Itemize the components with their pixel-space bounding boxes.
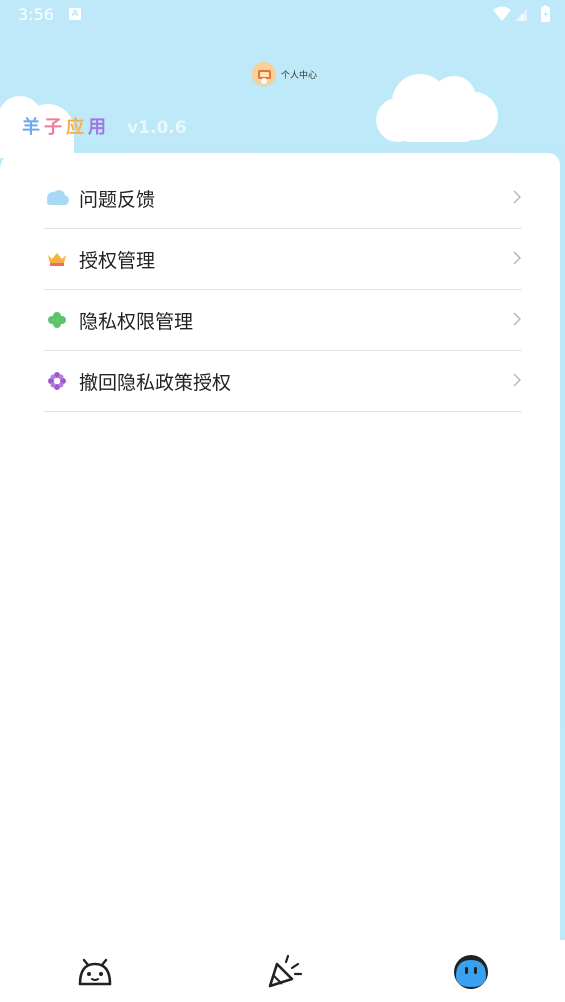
brand-char-1: 羊 <box>22 117 40 138</box>
avatar-image-icon <box>252 62 276 86</box>
settings-menu: 问题反馈 授权管理 隐私权限管理 撤回隐私政策授权 <box>44 168 522 412</box>
brand-char-2: 子 <box>44 117 62 138</box>
chevron-right-icon <box>513 190 521 204</box>
status-bar: 3:56 A <box>0 0 565 30</box>
face-icon[interactable] <box>451 952 491 992</box>
party-popper-icon[interactable] <box>264 952 304 992</box>
bottom-navigation <box>0 940 565 1002</box>
avatar[interactable] <box>252 62 276 86</box>
status-icons <box>493 5 550 22</box>
status-time: 3:56 <box>18 5 54 24</box>
wifi-icon <box>493 6 511 21</box>
chevron-right-icon <box>513 312 521 326</box>
app-version: v1.0.6 <box>127 118 187 138</box>
battery-icon <box>541 5 550 22</box>
menu-item-label: 授权管理 <box>79 250 156 272</box>
notification-label: A <box>71 9 79 19</box>
clover-icon <box>48 312 66 328</box>
menu-item-label: 撤回隐私政策授权 <box>79 372 232 394</box>
cloud-decoration-right <box>376 74 498 142</box>
brand-char-4: 用 <box>88 117 106 138</box>
cloud-icon <box>47 190 69 205</box>
menu-item-label: 隐私权限管理 <box>79 311 194 333</box>
chevron-right-icon <box>513 373 521 387</box>
signal-icon <box>515 9 527 21</box>
flower-icon <box>48 372 66 390</box>
menu-item-revoke-privacy-policy[interactable]: 撤回隐私政策授权 <box>44 351 522 412</box>
chevron-right-icon <box>513 251 521 265</box>
notification-icon: A <box>69 8 81 20</box>
brand-char-3: 应 <box>66 117 84 138</box>
android-robot-icon[interactable] <box>75 952 115 992</box>
menu-item-privacy-permissions[interactable]: 隐私权限管理 <box>44 290 522 351</box>
crown-icon <box>48 253 66 266</box>
menu-item-label: 问题反馈 <box>79 189 156 211</box>
page-title: 个人中心 <box>281 71 318 81</box>
menu-item-authorization[interactable]: 授权管理 <box>44 229 522 290</box>
app-brand: 羊子应用 v1.0.6 <box>22 113 187 138</box>
menu-item-feedback[interactable]: 问题反馈 <box>44 168 522 229</box>
